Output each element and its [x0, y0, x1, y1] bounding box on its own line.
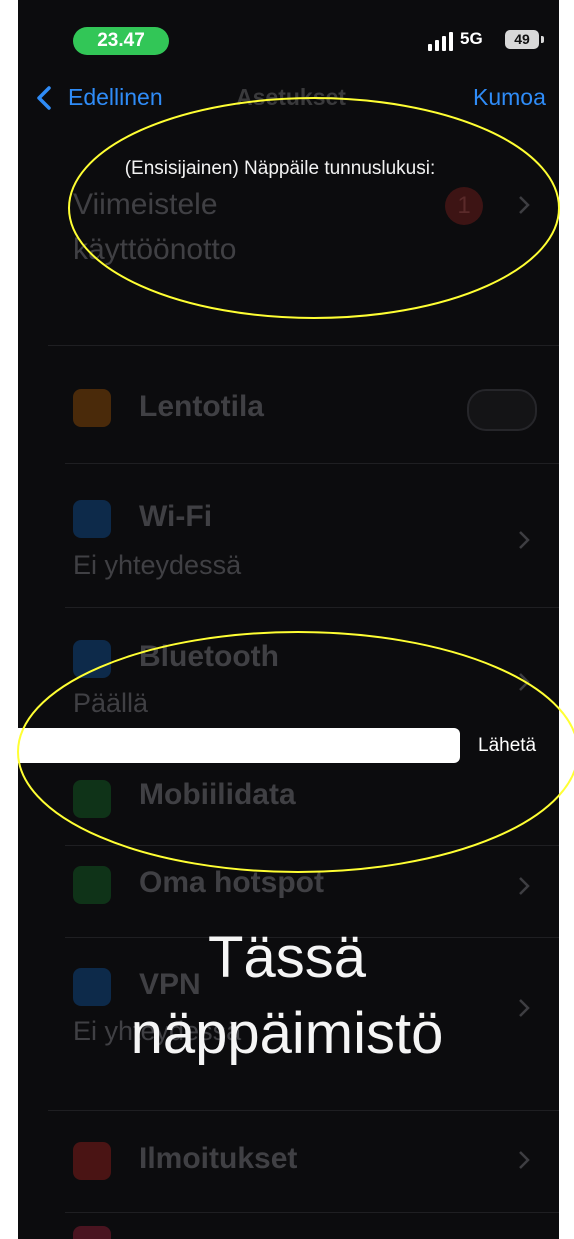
settings-row-title: Wi-Fi [139, 500, 213, 533]
passcode-prompt: (Ensisijainen) Näppäile tunnuslukusi: [124, 158, 436, 179]
settings-row-subtitle: Päällä [73, 688, 149, 718]
status-bar: 23.47 5G 49 [18, 0, 559, 60]
passcode-input[interactable] [12, 728, 460, 763]
row-divider [65, 1212, 559, 1213]
settings-row-title: Bluetooth [139, 640, 279, 673]
airplane-mode-toggle [467, 389, 537, 431]
battery-tip [541, 36, 544, 43]
send-button[interactable]: Lähetä [478, 735, 536, 757]
chevron-right-icon [519, 531, 530, 549]
settings-row-title: Ilmoitukset [139, 1142, 298, 1175]
network-type: 5G [460, 29, 483, 48]
sounds-icon [73, 1226, 111, 1239]
airplane-icon [73, 389, 111, 427]
row-divider [65, 845, 559, 846]
keyboard-note-line2: näppäimistö [130, 1001, 444, 1066]
chevron-right-icon [519, 877, 530, 895]
finish-setup-item: Viimeistele käyttöönotto [73, 182, 373, 272]
hotspot-icon [73, 866, 111, 904]
wifi-icon [73, 500, 111, 538]
section-divider [48, 1110, 559, 1111]
bluetooth-icon [73, 640, 111, 678]
row-divider [65, 463, 559, 464]
cancel-button[interactable]: Kumoa [473, 84, 546, 111]
section-divider [48, 345, 559, 346]
status-time: 23.47 [73, 27, 169, 55]
notifications-icon [73, 1142, 111, 1180]
keyboard-placeholder-note: Tässä näppäimistö [0, 920, 574, 1072]
chevron-right-icon [519, 1151, 530, 1169]
chevron-left-icon [37, 86, 51, 110]
chevron-right-icon [519, 196, 530, 214]
row-divider [65, 607, 559, 608]
back-label: Edellinen [68, 84, 163, 110]
page-title: Asetukset [236, 84, 346, 110]
finish-setup-line2: käyttöönotto [73, 233, 237, 266]
settings-row-title: Mobiilidata [139, 778, 296, 811]
settings-row-subtitle: Ei yhteydessä [73, 550, 242, 580]
nav-bar: Edellinen Asetukset Kumoa [18, 70, 559, 126]
keyboard-note-line1: Tässä [208, 925, 366, 990]
finish-setup-line1: Viimeistele [73, 188, 218, 221]
cellular-data-icon [73, 780, 111, 818]
battery-icon: 49 [505, 30, 539, 49]
notification-badge: 1 [445, 187, 483, 225]
settings-row-title: Lentotila [139, 390, 264, 423]
chevron-right-icon [519, 673, 530, 691]
settings-row-title: Oma hotspot [139, 866, 324, 899]
cellular-signal-icon [428, 32, 453, 51]
